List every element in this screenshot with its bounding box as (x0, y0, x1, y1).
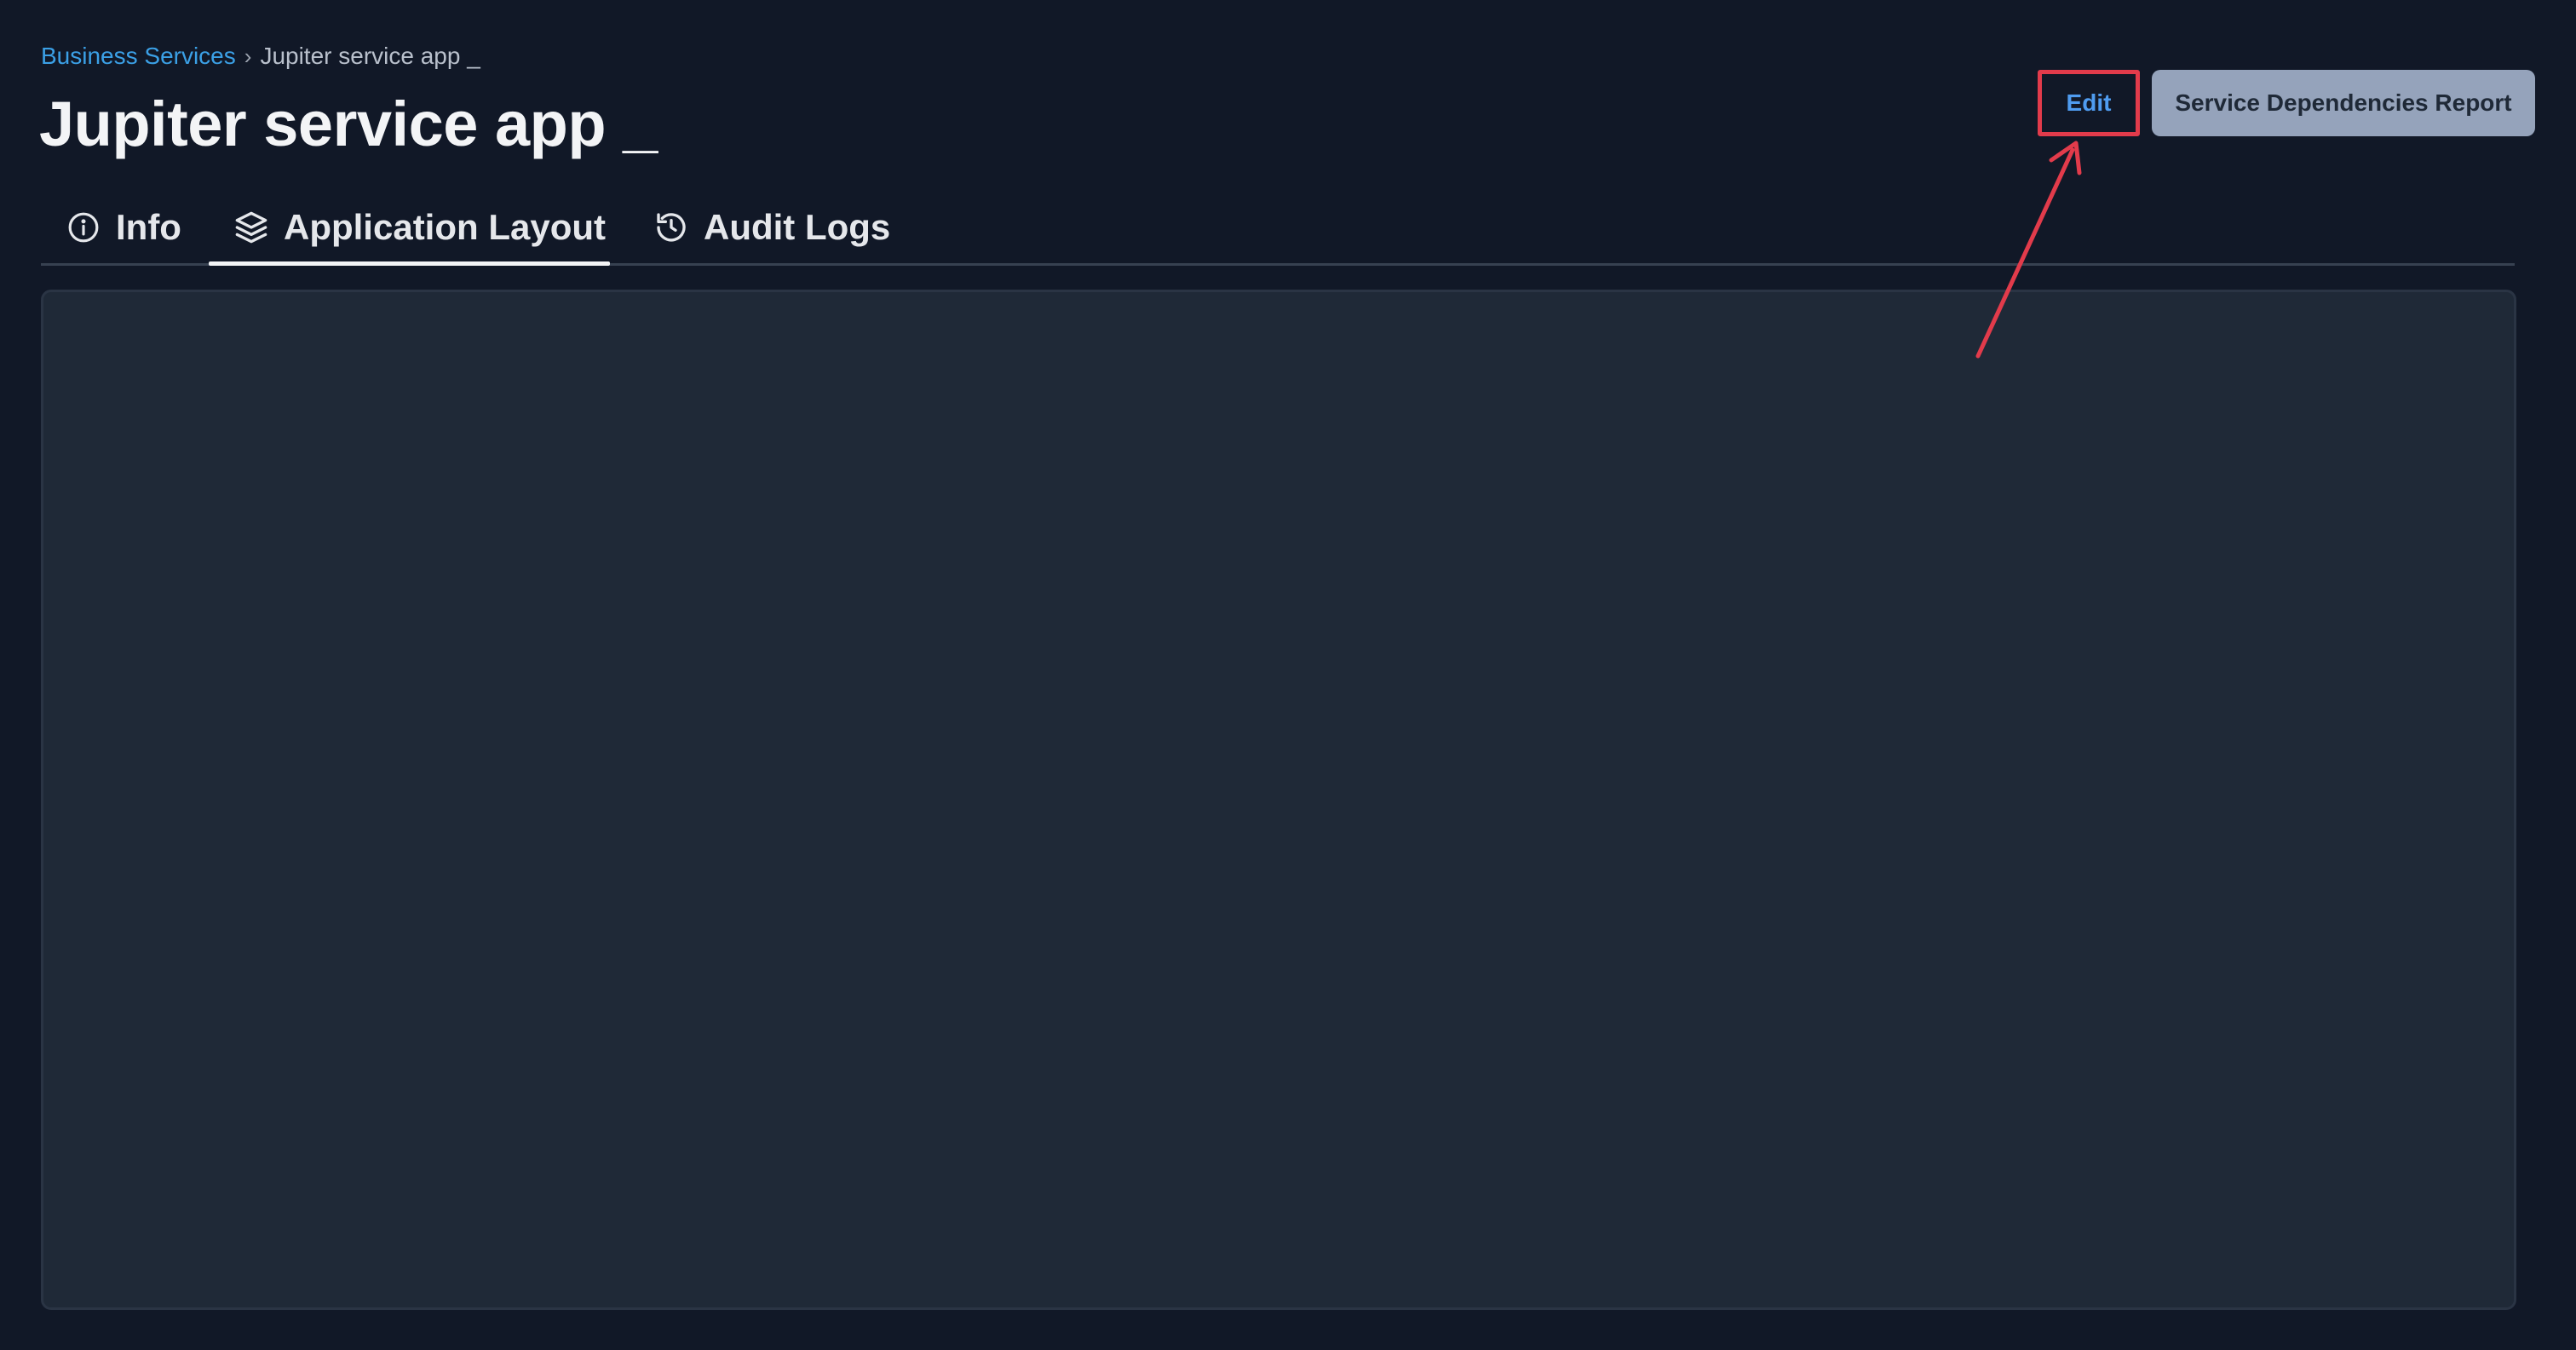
info-circle-icon (66, 210, 101, 244)
page-title: Jupiter service app _ (39, 89, 658, 159)
breadcrumb: Business Services › Jupiter service app … (41, 37, 480, 75)
active-tab-indicator (209, 261, 610, 266)
breadcrumb-separator: › (244, 43, 252, 69)
tab-application-layout-label: Application Layout (284, 207, 606, 247)
breadcrumb-current: Jupiter service app _ (260, 43, 480, 69)
layers-icon (234, 210, 268, 244)
history-icon (654, 210, 688, 244)
tab-application-layout[interactable]: Application Layout (209, 189, 631, 266)
business-service-page: Business Services › Jupiter service app … (0, 0, 2576, 1350)
application-layout-panel (41, 290, 2516, 1310)
tab-info[interactable]: Info (41, 189, 207, 266)
tab-audit-logs[interactable]: Audit Logs (629, 189, 916, 266)
breadcrumb-link-business-services[interactable]: Business Services (41, 37, 236, 75)
tab-info-label: Info (116, 207, 181, 247)
edit-button[interactable]: Edit (2038, 70, 2140, 136)
tab-audit-logs-label: Audit Logs (704, 207, 891, 247)
service-dependencies-report-button[interactable]: Service Dependencies Report (2152, 70, 2535, 136)
tab-bar: Info Application Layout Audit Logs (41, 189, 2515, 266)
